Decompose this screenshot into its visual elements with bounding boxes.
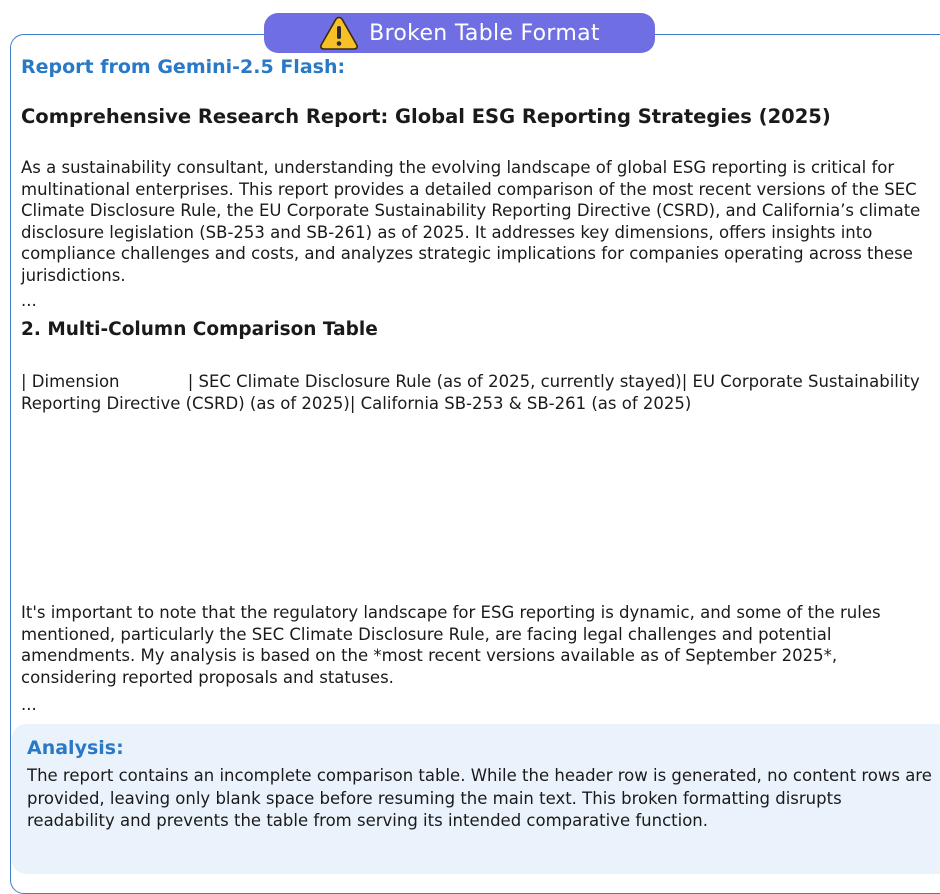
section-heading: 2. Multi-Column Comparison Table bbox=[21, 319, 378, 340]
omission-ellipsis: ... bbox=[21, 291, 37, 310]
category-badge: Broken Table Format bbox=[264, 13, 655, 53]
analysis-text: The report contains an incomplete compar… bbox=[27, 766, 932, 830]
broken-table-header-row: | Dimension | SEC Climate Disclosure Rul… bbox=[21, 372, 925, 413]
analysis-title: Analysis: bbox=[27, 737, 124, 759]
omission-ellipsis: ... bbox=[21, 695, 37, 714]
badge-label: Broken Table Format bbox=[369, 20, 600, 46]
intro-paragraph: As a sustainability consultant, understa… bbox=[21, 158, 921, 285]
report-title: Comprehensive Research Report: Global ES… bbox=[21, 105, 831, 128]
warning-triangle-icon bbox=[320, 16, 359, 50]
report-source-label: Report from Gemini-2.5 Flash: bbox=[21, 56, 346, 78]
note-paragraph: It's important to note that the regulato… bbox=[21, 603, 881, 687]
